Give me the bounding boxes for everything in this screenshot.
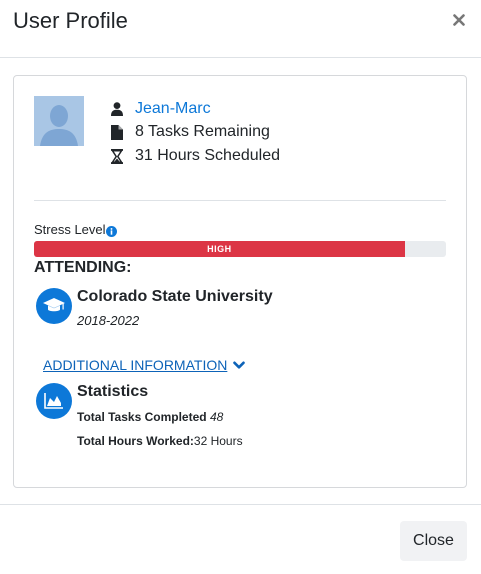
tasks-remaining-line: 8 Tasks Remaining (110, 121, 270, 143)
modal-header: User Profile (0, 0, 481, 58)
stat-tasks-completed-value: 48 (209, 410, 224, 424)
user-name-link[interactable]: Jean-Marc (135, 100, 211, 118)
stress-level-label: Stress Level (34, 222, 117, 238)
stress-progress-bar: HIGH (34, 241, 405, 257)
chevron-down-icon (233, 361, 246, 370)
user-icon (110, 101, 124, 117)
profile-card: Jean-Marc 8 Tasks Remaining 31 Hours Sch… (13, 75, 467, 488)
modal-footer: Close (0, 504, 481, 574)
stat-tasks-completed: Total Tasks Completed 48 (77, 409, 223, 425)
stat-hours-worked-label: Total Hours Worked: (77, 434, 194, 448)
area-chart-icon (36, 383, 72, 419)
stat-hours-worked: Total Hours Worked:32 Hours (77, 433, 243, 449)
stat-hours-worked-value: 32 Hours (193, 434, 243, 448)
school-name: Colorado State University (77, 288, 273, 305)
divider (34, 200, 446, 201)
hours-scheduled-text: 31 Hours Scheduled (135, 147, 280, 164)
stress-level-text: Stress Level (34, 222, 106, 237)
hours-scheduled-line: 31 Hours Scheduled (110, 145, 280, 167)
file-icon (110, 124, 124, 140)
tasks-remaining-text: 8 Tasks Remaining (135, 123, 270, 140)
school-years: 2018-2022 (77, 313, 140, 328)
attending-heading: ATTENDING: (34, 259, 132, 276)
hourglass-icon (110, 148, 124, 164)
modal-title: User Profile (13, 8, 128, 33)
close-icon[interactable] (447, 8, 471, 32)
stat-tasks-completed-label: Total Tasks Completed (77, 410, 207, 424)
additional-information-link[interactable]: ADDITIONAL INFORMATION (43, 356, 246, 374)
graduation-cap-icon (36, 288, 72, 324)
stress-progress: HIGH (34, 241, 446, 257)
statistics-title: Statistics (77, 383, 149, 400)
close-button[interactable]: Close (400, 521, 467, 561)
avatar (34, 96, 84, 146)
additional-information-label: ADDITIONAL INFORMATION (43, 357, 228, 373)
info-icon[interactable] (105, 225, 117, 237)
user-name-line: Jean-Marc (110, 98, 211, 120)
